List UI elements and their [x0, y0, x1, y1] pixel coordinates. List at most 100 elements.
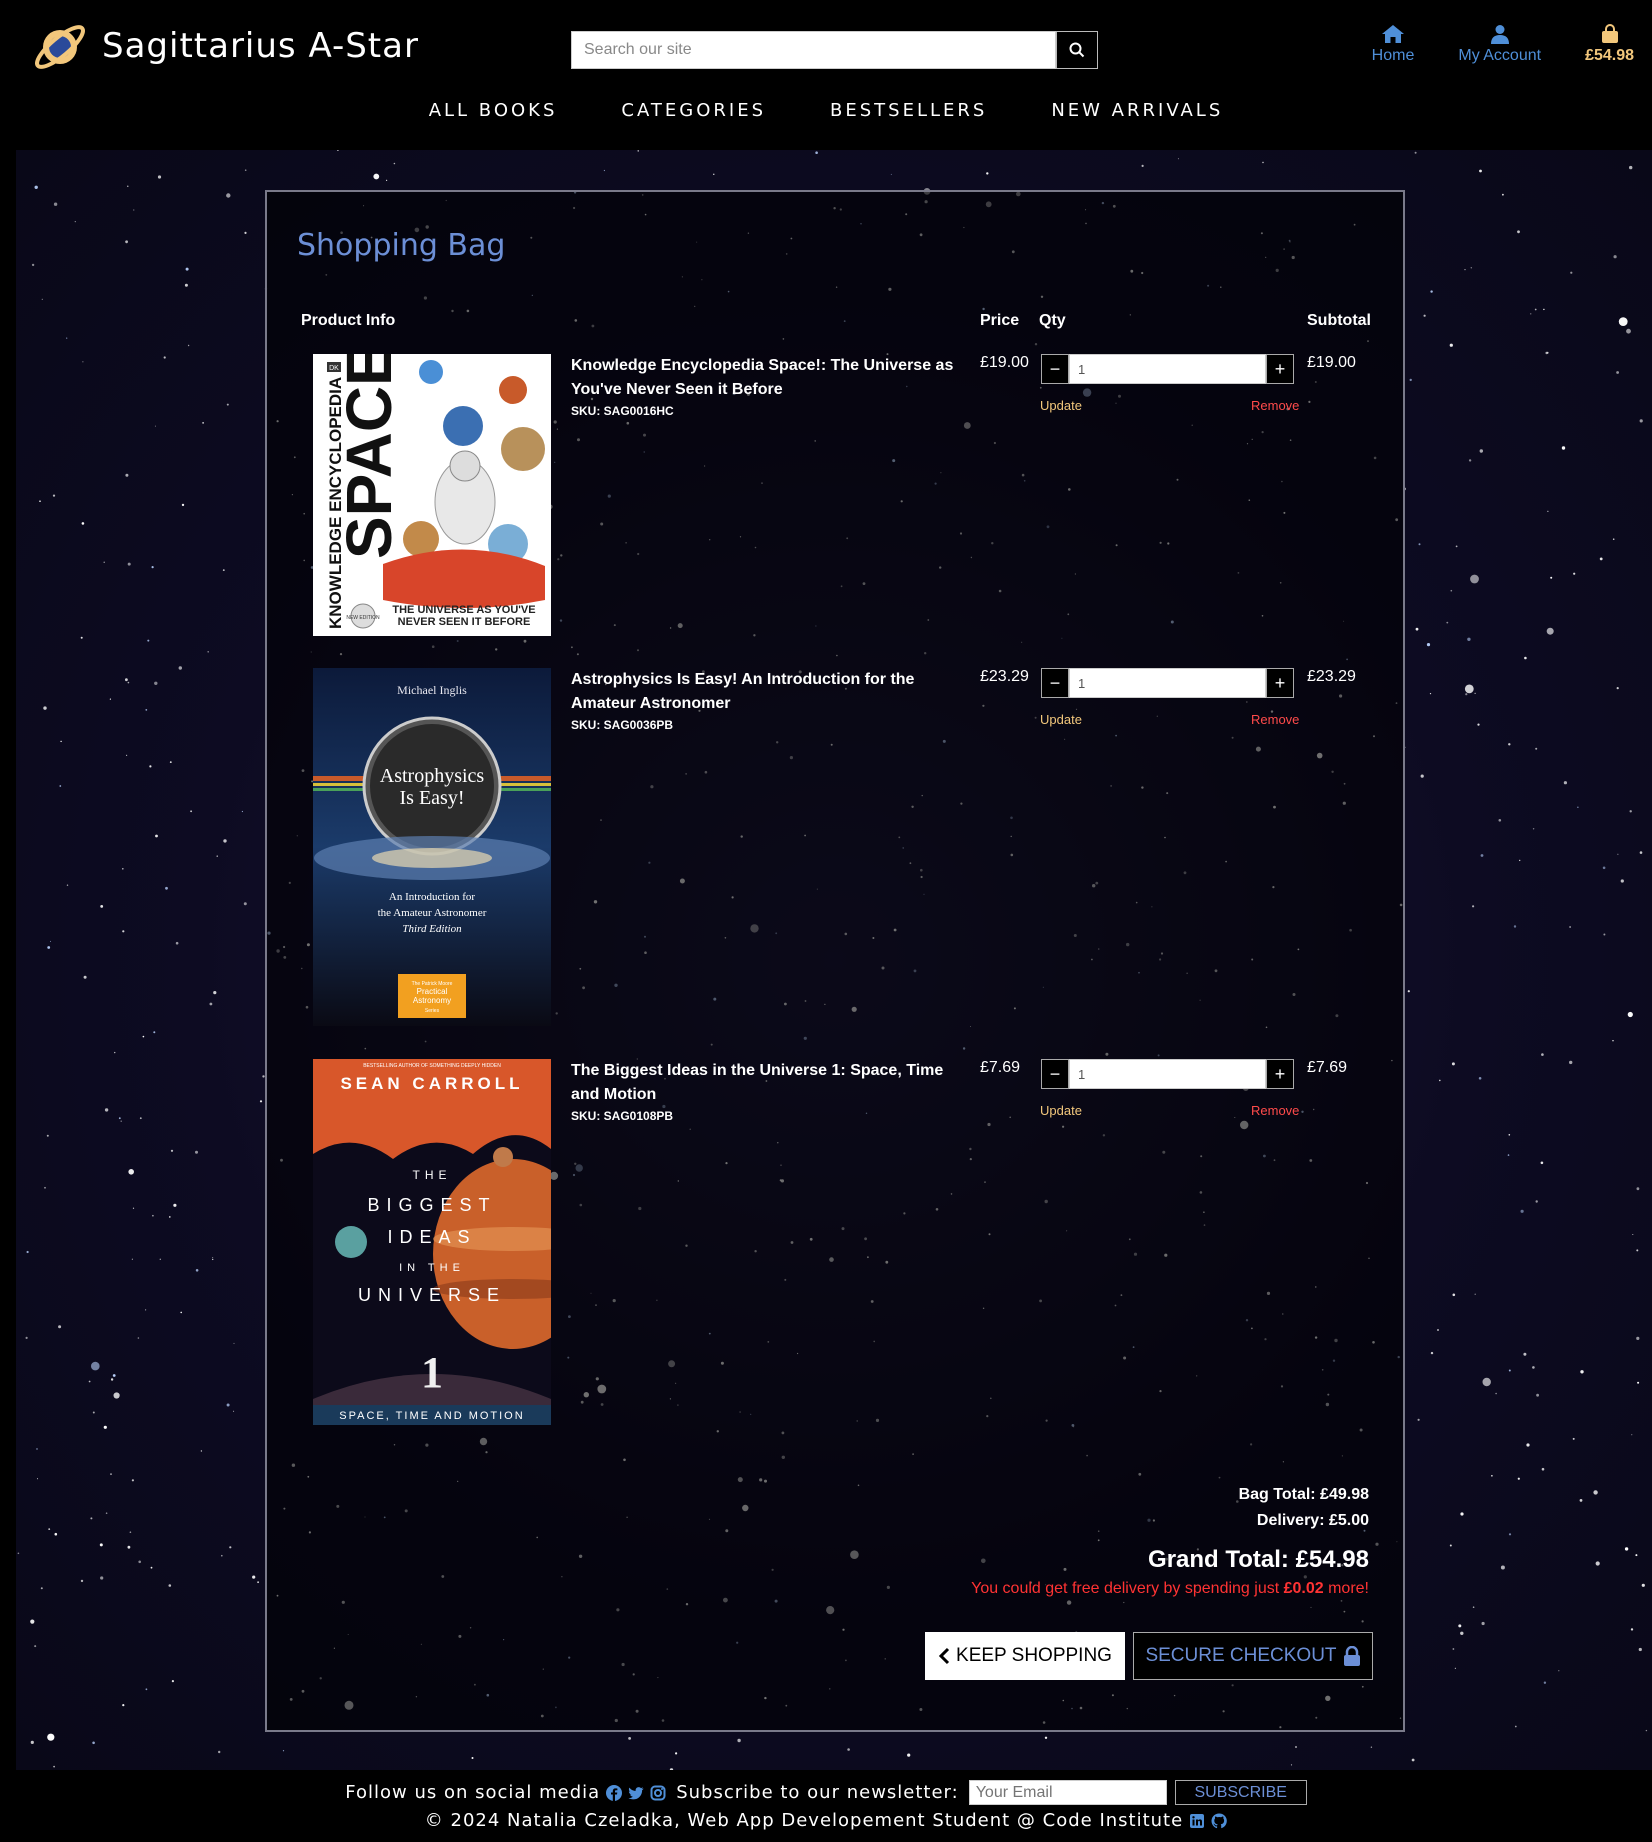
- star: [1450, 589, 1453, 592]
- star: [1561, 446, 1566, 450]
- star: [1454, 1667, 1456, 1669]
- product-image[interactable]: DK KNOWLEDGE ENCYCLOPEDIA SPACE! NEW EDI…: [313, 354, 551, 636]
- star: [847, 1748, 850, 1751]
- cover-astrophysics-easy: Michael Inglis Astrophysics Is Easy! An …: [313, 668, 551, 1026]
- star: [1570, 271, 1573, 274]
- svg-text:IN THE: IN THE: [399, 1262, 465, 1274]
- newsletter-email-input[interactable]: [968, 1780, 1167, 1805]
- star: [1547, 510, 1549, 512]
- update-link[interactable]: Update: [1040, 398, 1082, 413]
- star: [1513, 925, 1517, 928]
- increment-button[interactable]: +: [1266, 354, 1294, 384]
- search-icon: [1069, 42, 1085, 58]
- star: [122, 868, 124, 870]
- star: [157, 175, 162, 179]
- star: [1423, 314, 1426, 317]
- star: [675, 1752, 678, 1755]
- increment-button[interactable]: +: [1266, 1059, 1294, 1089]
- star: [233, 1342, 235, 1344]
- remove-link[interactable]: Remove: [1251, 1103, 1299, 1118]
- search-input[interactable]: [571, 31, 1056, 69]
- shopping-bag-panel: Shopping Bag Product Info Price Qty Subt…: [265, 190, 1405, 1732]
- star: [133, 209, 135, 211]
- decrement-button[interactable]: −: [1041, 354, 1069, 384]
- quantity-input[interactable]: [1069, 354, 1266, 384]
- remove-link[interactable]: Remove: [1251, 712, 1299, 727]
- star: [207, 651, 209, 653]
- product-price: £19.00: [980, 354, 1029, 371]
- update-link[interactable]: Update: [1040, 712, 1082, 727]
- linkedin-icon[interactable]: [1189, 1813, 1205, 1829]
- cover-tagline: THE UNIVERSE AS YOU'VE NEVER SEEN IT BEF…: [392, 604, 536, 628]
- nav-all-books[interactable]: ALL BOOKS: [429, 100, 558, 121]
- star: [216, 855, 218, 857]
- star: [393, 162, 396, 165]
- svg-text:Series: Series: [425, 1008, 440, 1014]
- star: [1508, 1533, 1512, 1536]
- star: [31, 263, 35, 267]
- home-link[interactable]: Home: [1372, 24, 1414, 65]
- star: [113, 1392, 120, 1399]
- star: [1458, 1624, 1462, 1628]
- search-button[interactable]: [1056, 31, 1098, 69]
- update-link[interactable]: Update: [1040, 1103, 1082, 1118]
- star: [131, 1258, 133, 1260]
- product-sku: SKU: SAG0036PB: [571, 718, 674, 732]
- star: [147, 639, 150, 642]
- star: [1470, 267, 1473, 269]
- product-name[interactable]: The Biggest Ideas in the Universe 1: Spa…: [571, 1059, 971, 1107]
- star: [1602, 866, 1606, 870]
- quantity-input[interactable]: [1069, 668, 1266, 698]
- instagram-icon[interactable]: [650, 1785, 666, 1801]
- facebook-icon[interactable]: [606, 1784, 623, 1801]
- star: [165, 886, 168, 890]
- star: [1569, 1060, 1573, 1065]
- star: [81, 522, 85, 525]
- github-icon[interactable]: [1211, 1812, 1228, 1829]
- increment-button[interactable]: +: [1266, 668, 1294, 698]
- star: [1558, 1670, 1560, 1672]
- star: [170, 1149, 174, 1152]
- star: [1514, 1725, 1517, 1728]
- svg-text:Practical: Practical: [417, 987, 448, 996]
- nav-bestsellers[interactable]: BESTSELLERS: [830, 100, 987, 121]
- star: [1470, 574, 1479, 584]
- star: [181, 503, 185, 507]
- star: [1430, 290, 1433, 293]
- star: [1532, 1366, 1535, 1369]
- star: [190, 810, 193, 813]
- product-image[interactable]: BESTSELLING AUTHOR OF SOMETHING DEEPLY H…: [313, 1059, 551, 1425]
- remove-link[interactable]: Remove: [1251, 398, 1299, 413]
- nav-categories[interactable]: CATEGORIES: [621, 100, 766, 121]
- keep-shopping-button[interactable]: KEEP SHOPPING: [925, 1632, 1125, 1680]
- twitter-icon[interactable]: [628, 1785, 644, 1801]
- star: [169, 1216, 171, 1218]
- brand-logo[interactable]: Sagittarius A-Star: [30, 16, 419, 76]
- star: [1613, 255, 1617, 259]
- star: [50, 940, 51, 942]
- star: [815, 151, 818, 154]
- planet-logo-icon: [35, 25, 85, 69]
- nav-new-arrivals[interactable]: NEW ARRIVALS: [1051, 100, 1223, 121]
- svg-text:UNIVERSE: UNIVERSE: [358, 1285, 506, 1305]
- shopping-bag-link[interactable]: £54.98: [1585, 24, 1634, 65]
- decrement-button[interactable]: −: [1041, 668, 1069, 698]
- star: [1632, 1234, 1634, 1235]
- follow-text: Follow us on social media: [345, 1782, 601, 1803]
- star: [1639, 419, 1643, 423]
- secure-checkout-button[interactable]: SECURE CHECKOUT: [1133, 1632, 1373, 1680]
- product-name[interactable]: Astrophysics Is Easy! An Introduction fo…: [571, 668, 971, 716]
- decrement-button[interactable]: −: [1041, 1059, 1069, 1089]
- quantity-input[interactable]: [1069, 1059, 1266, 1089]
- star: [39, 500, 41, 503]
- star: [122, 930, 125, 933]
- my-account-link[interactable]: My Account: [1458, 24, 1541, 65]
- star: [145, 1688, 148, 1691]
- product-image[interactable]: Michael Inglis Astrophysics Is Easy! An …: [313, 668, 551, 1026]
- star: [180, 1311, 182, 1314]
- star: [131, 1479, 134, 1482]
- product-name[interactable]: Knowledge Encyclopedia Space!: The Unive…: [571, 354, 971, 402]
- subscribe-button[interactable]: SUBSCRIBE: [1174, 1780, 1307, 1805]
- star: [1550, 576, 1553, 579]
- star: [1532, 828, 1535, 830]
